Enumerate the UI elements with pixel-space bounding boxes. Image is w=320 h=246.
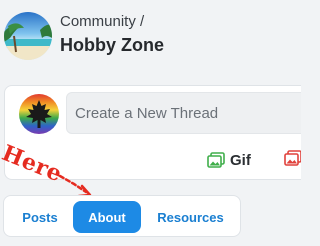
image-icon	[284, 150, 301, 166]
tab-about[interactable]: About	[73, 201, 141, 233]
beach-landscape-icon	[4, 12, 52, 60]
page-title: Hobby Zone	[60, 35, 164, 55]
tab-posts[interactable]: Posts	[16, 201, 64, 233]
breadcrumb[interactable]: Community /	[60, 13, 144, 30]
image-button[interactable]	[284, 150, 301, 170]
image-icon	[207, 152, 225, 168]
community-tabs: Posts About Resources	[3, 195, 241, 237]
community-avatar[interactable]	[4, 12, 52, 60]
gif-button[interactable]: Gif	[207, 150, 251, 170]
user-avatar[interactable]	[19, 94, 59, 134]
community-page: Community / Hobby Zone Create a New Thre…	[0, 0, 301, 246]
tab-resources[interactable]: Resources	[149, 201, 232, 233]
maple-leaf-rainbow-icon	[19, 94, 59, 134]
create-thread-input[interactable]	[66, 92, 301, 134]
gif-label: Gif	[230, 151, 251, 169]
thread-composer: Gif	[4, 85, 301, 180]
